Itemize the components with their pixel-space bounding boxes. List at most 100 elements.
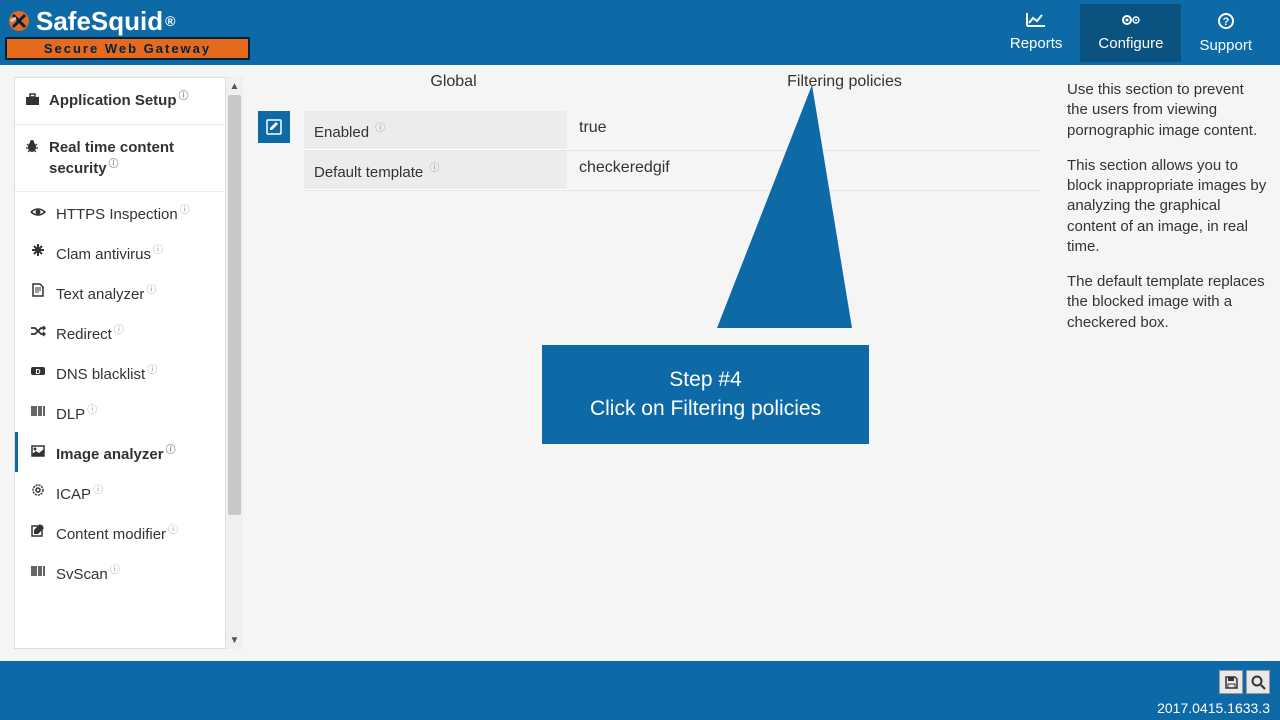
- info-icon: ⓘ: [375, 123, 385, 134]
- floppy-icon: [1224, 675, 1239, 690]
- sidebar: Application Setupⓘ Real time content sec…: [14, 77, 226, 649]
- chart-icon: [1010, 12, 1063, 33]
- help-text: This section allows you to block inappro…: [1067, 156, 1268, 257]
- sidebar-item-label: Text analyzer: [56, 286, 144, 303]
- sidebar-item-text[interactable]: Text analyzerⓘ: [15, 272, 225, 312]
- cogs-icon: [1098, 12, 1163, 33]
- sidebar-item-label: HTTPS Inspection: [56, 206, 178, 223]
- nav-support[interactable]: ? Support: [1181, 4, 1270, 62]
- nav-reports-label: Reports: [1010, 35, 1063, 52]
- gear-icon: [30, 483, 46, 500]
- footer-icons: [1219, 670, 1270, 694]
- bug-icon: [25, 139, 41, 159]
- header: SafeSquid ® Secure Web Gateway Reports C…: [0, 0, 1280, 65]
- sidebar-item-content-modifier[interactable]: Content modifierⓘ: [15, 512, 225, 552]
- sidebar-item-clam[interactable]: Clam antivirusⓘ: [15, 232, 225, 272]
- config-label: Default template ⓘ: [304, 151, 567, 190]
- barcode-icon: [30, 564, 46, 580]
- sidebar-section-label: Application Setup: [49, 92, 177, 109]
- sidebar-item-https[interactable]: HTTPS Inspectionⓘ: [15, 192, 225, 232]
- file-icon: [30, 283, 46, 300]
- top-nav: Reports Configure ? Support: [992, 4, 1270, 62]
- tabs: Global Filtering policies: [258, 65, 1040, 101]
- logo: SafeSquid ® Secure Web Gateway: [5, 6, 250, 60]
- sidebar-container: Application Setupⓘ Real time content sec…: [0, 65, 243, 661]
- tab-filtering-policies[interactable]: Filtering policies: [649, 65, 1040, 101]
- center-panel: Global Filtering policies Enabled ⓘ true…: [243, 65, 1055, 661]
- sidebar-section-realtime[interactable]: Real time content securityⓘ: [15, 125, 225, 192]
- pencil-icon: [266, 119, 282, 135]
- content-area: Global Filtering policies Enabled ⓘ true…: [243, 65, 1280, 661]
- dns-icon: D: [30, 364, 46, 380]
- scroll-thumb[interactable]: [228, 95, 241, 515]
- asterisk-icon: [30, 243, 46, 260]
- config-label: Enabled ⓘ: [304, 111, 567, 150]
- briefcase-icon: [25, 92, 41, 112]
- tab-global[interactable]: Global: [258, 65, 649, 101]
- help-text: Use this section to prevent the users fr…: [1067, 80, 1268, 141]
- sidebar-item-label: ICAP: [56, 486, 91, 503]
- search-icon: [1251, 675, 1266, 690]
- logo-icon: [5, 7, 33, 35]
- sidebar-item-dlp[interactable]: DLPⓘ: [15, 392, 225, 432]
- sidebar-item-label: DLP: [56, 406, 85, 423]
- nav-configure-label: Configure: [1098, 35, 1163, 52]
- config-line-template: Default template ⓘ checkeredgif: [304, 151, 1040, 191]
- sidebar-item-label: SvScan: [56, 566, 108, 583]
- info-icon: ⓘ: [168, 525, 178, 536]
- version-label: 2017.0415.1633.3: [1157, 700, 1270, 716]
- nav-configure[interactable]: Configure: [1080, 4, 1181, 62]
- edit-icon: [30, 523, 46, 540]
- config-table: Enabled ⓘ true Default template ⓘ checke…: [304, 111, 1040, 191]
- logo-text: SafeSquid: [36, 6, 163, 37]
- config-value: true: [567, 111, 1040, 150]
- info-icon: ⓘ: [153, 245, 163, 256]
- config-value: checkeredgif: [567, 151, 1040, 190]
- info-icon: ⓘ: [87, 405, 97, 416]
- info-icon: ⓘ: [114, 325, 124, 336]
- sidebar-item-dns[interactable]: D DNS blacklistⓘ: [15, 352, 225, 392]
- sidebar-item-label: Image analyzer: [56, 446, 164, 463]
- svg-text:?: ?: [1222, 16, 1229, 28]
- nav-reports[interactable]: Reports: [992, 4, 1081, 62]
- main-area: Application Setupⓘ Real time content sec…: [0, 65, 1280, 661]
- info-icon: ⓘ: [147, 365, 157, 376]
- edit-button[interactable]: [258, 111, 290, 143]
- info-icon: ⓘ: [179, 91, 189, 102]
- save-button[interactable]: [1219, 670, 1243, 694]
- scroll-down-icon[interactable]: ▼: [226, 631, 243, 649]
- footer: 2017.0415.1633.3: [0, 661, 1280, 720]
- info-icon: ⓘ: [166, 445, 176, 456]
- sidebar-item-icap[interactable]: ICAPⓘ: [15, 472, 225, 512]
- shuffle-icon: [30, 324, 46, 340]
- help-text: The default template replaces the blocke…: [1067, 272, 1268, 333]
- info-icon: ⓘ: [93, 485, 103, 496]
- help-icon: ?: [1199, 12, 1252, 35]
- logo-registered: ®: [165, 13, 175, 29]
- sidebar-item-image-analyzer[interactable]: Image analyzerⓘ: [15, 432, 225, 472]
- sidebar-item-redirect[interactable]: Redirectⓘ: [15, 312, 225, 352]
- search-button[interactable]: [1246, 670, 1270, 694]
- info-icon: ⓘ: [109, 159, 119, 170]
- info-icon: ⓘ: [110, 565, 120, 576]
- sidebar-item-svscan[interactable]: SvScanⓘ: [15, 552, 225, 592]
- sidebar-item-label: Content modifier: [56, 526, 166, 543]
- image-icon: [30, 444, 46, 460]
- sidebar-item-label: Redirect: [56, 326, 112, 343]
- svg-text:D: D: [35, 369, 40, 376]
- config-row: Enabled ⓘ true Default template ⓘ checke…: [258, 111, 1040, 191]
- scroll-up-icon[interactable]: ▲: [226, 77, 243, 95]
- nav-support-label: Support: [1199, 37, 1252, 54]
- info-icon: ⓘ: [146, 285, 156, 296]
- sidebar-section-app-setup[interactable]: Application Setupⓘ: [15, 78, 225, 125]
- sidebar-section-label: Real time content security: [49, 139, 174, 177]
- barcode-icon: [30, 404, 46, 420]
- config-line-enabled: Enabled ⓘ true: [304, 111, 1040, 151]
- logo-tagline: Secure Web Gateway: [5, 37, 250, 60]
- sidebar-item-label: DNS blacklist: [56, 366, 145, 383]
- info-icon: ⓘ: [180, 205, 190, 216]
- help-panel: Use this section to prevent the users fr…: [1055, 65, 1280, 661]
- sidebar-scrollbar[interactable]: ▲ ▼: [226, 77, 243, 649]
- info-icon: ⓘ: [429, 163, 439, 174]
- sidebar-item-label: Clam antivirus: [56, 246, 151, 263]
